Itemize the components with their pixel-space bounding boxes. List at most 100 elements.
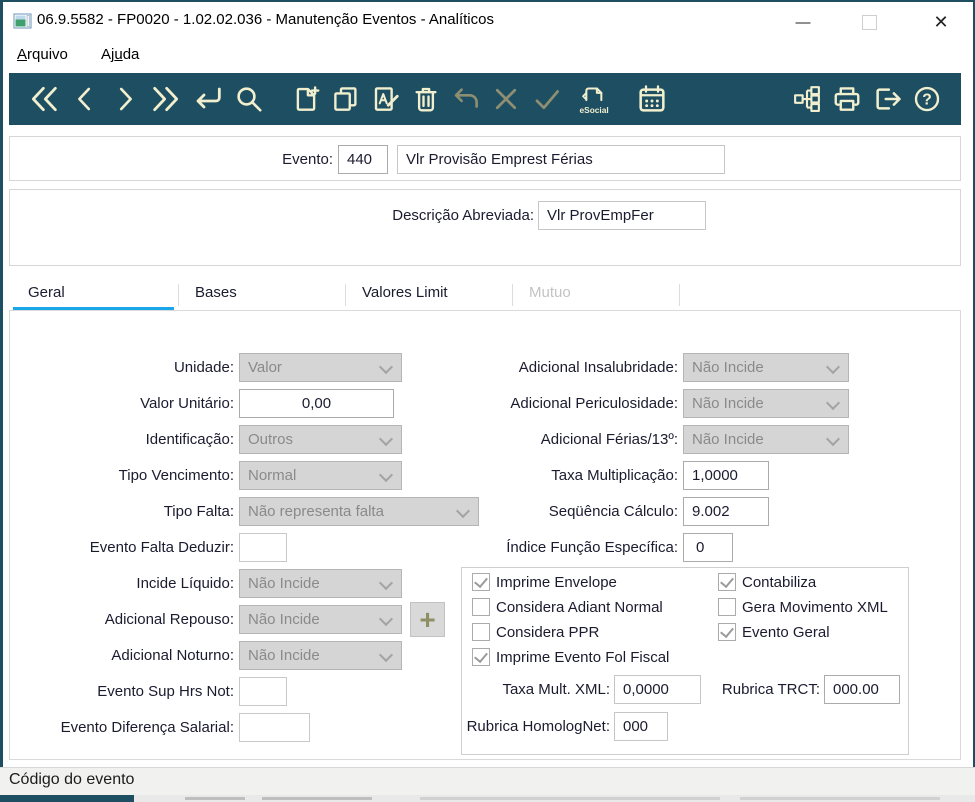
evento-sup-hrs-not-input[interactable] [239, 677, 287, 706]
adicional-repouso-label: Adicional Repouso: [104, 611, 234, 628]
checkbox-evento-geral[interactable]: Evento Geral [718, 622, 830, 642]
toolbar-button-help[interactable]: ? [912, 84, 942, 114]
exit-icon [876, 88, 901, 110]
evento-falta-deduzir-input[interactable] [239, 533, 287, 562]
tab-valores-limit[interactable]: Valores Limit [345, 280, 512, 312]
menu-arquivo[interactable]: Arquivo [13, 43, 72, 67]
toolbar-button-calendar[interactable] [636, 83, 668, 115]
esocial-icon: eSocial [580, 87, 609, 115]
chevron-down-icon [378, 359, 394, 375]
undo-icon [454, 88, 478, 108]
add-button[interactable]: + [410, 602, 445, 637]
rubrica-trct-input[interactable]: 000.00 [824, 675, 900, 704]
rubrica-homolognet-input[interactable]: 000 [614, 712, 668, 741]
checkbox-imprime-evento-fol-fiscal[interactable]: Imprime Evento Fol Fiscal [472, 647, 669, 667]
adicional-insalubridade-select[interactable]: Não Incide [683, 353, 849, 382]
chevron-down-icon [825, 431, 841, 447]
checkbox-icon [718, 623, 736, 641]
toolbar-button-new[interactable] [291, 84, 321, 114]
sequencia-calculo-input[interactable]: 9.002 [683, 497, 769, 526]
toolbar-button-delete[interactable] [411, 84, 441, 114]
toolbar-button-previous[interactable] [70, 83, 100, 115]
adicional-noturno-label: Adicional Noturno: [111, 647, 234, 664]
chevron-down-icon [825, 395, 841, 411]
incide-liquido-label: Incide Líquido: [136, 575, 234, 592]
help-icon: ? [914, 86, 940, 112]
adicional-ferias-13-select[interactable]: Não Incide [683, 425, 849, 454]
identificacao-select[interactable]: Outros [239, 425, 402, 454]
toolbar-button-next[interactable] [110, 83, 140, 115]
confirm-icon [535, 90, 559, 110]
toolbar-button-first[interactable] [28, 83, 60, 115]
indice-funcao-especifica-label: Índice Função Específica: [506, 539, 678, 556]
tipo-vencimento-label: Tipo Vencimento: [118, 467, 234, 484]
plus-icon: + [419, 603, 436, 635]
window-title: 06.9.5582 - FP0020 - 1.02.02.036 - Manut… [37, 11, 494, 28]
maximize-button[interactable] [846, 7, 892, 37]
status-bar: Código do evento [0, 767, 975, 795]
tab-geral[interactable]: Geral [11, 280, 178, 312]
toolbar-button-cancel[interactable] [491, 84, 521, 114]
checkbox-contabiliza[interactable]: Contabiliza [718, 572, 816, 592]
adicional-repouso-select[interactable]: Não Incide [239, 605, 402, 634]
previous-record-icon [78, 87, 91, 111]
delete-icon [415, 87, 437, 112]
window-border-left [0, 0, 3, 795]
status-text: Código do evento [9, 771, 135, 788]
adicional-insalubridade-label: Adicional Insalubridade: [518, 359, 678, 376]
adicional-noturno-select[interactable]: Não Incide [239, 641, 402, 670]
options-groupbox: Imprime Envelope Considera Adiant Normal… [461, 567, 909, 755]
descricao-panel: Descrição Abreviada: Vlr ProvEmpFer [9, 189, 961, 266]
checkbox-gera-movimento-xml[interactable]: Gera Movimento XML [718, 597, 888, 617]
calendar-icon [639, 85, 665, 112]
toolbar-button-last[interactable] [150, 83, 182, 115]
menu-ajuda[interactable]: Ajuda [97, 43, 143, 67]
valor-unitario-input[interactable]: 0,00 [239, 389, 394, 418]
checkbox-imprime-envelope[interactable]: Imprime Envelope [472, 572, 617, 592]
evento-falta-deduzir-label: Evento Falta Deduzir: [89, 539, 234, 556]
background-window-strip [0, 795, 975, 802]
chevron-down-icon [378, 647, 394, 663]
toolbar-button-copy[interactable] [331, 84, 361, 114]
taxa-multiplicacao-input[interactable]: 1,0000 [683, 461, 769, 490]
toolbar-button-esocial[interactable]: eSocial [573, 82, 613, 116]
first-record-icon [31, 86, 57, 112]
edit-icon [374, 87, 399, 111]
checkbox-icon [472, 598, 490, 616]
evento-desc-input[interactable]: Vlr Provisão Emprest Férias [397, 145, 725, 174]
tab-bar: Geral Bases Valores Limit Mutuo [9, 278, 961, 312]
checkbox-icon [718, 573, 736, 591]
new-document-icon [296, 86, 320, 111]
evento-code-input[interactable]: 440 [338, 145, 388, 174]
toolbar-button-confirm[interactable] [531, 84, 563, 114]
toolbar-button-exit[interactable] [872, 84, 902, 114]
incide-liquido-select[interactable]: Não Incide [239, 569, 402, 598]
minimize-button[interactable]: — [780, 7, 826, 37]
checkbox-considera-adiant-normal[interactable]: Considera Adiant Normal [472, 597, 663, 617]
search-icon [237, 87, 262, 112]
indice-funcao-especifica-input[interactable]: 0 [683, 533, 733, 562]
tipo-vencimento-select[interactable]: Normal [239, 461, 402, 490]
unidade-label: Unidade: [173, 359, 234, 376]
toolbar-button-search[interactable] [234, 84, 264, 114]
close-button[interactable]: ✕ [918, 7, 964, 37]
unidade-select[interactable]: Valor [239, 353, 402, 382]
toolbar-button-undo[interactable] [451, 84, 481, 114]
checkbox-considera-ppr[interactable]: Considera PPR [472, 622, 599, 642]
tab-mutuo[interactable]: Mutuo [512, 280, 679, 312]
tab-bases[interactable]: Bases [178, 280, 345, 312]
checkbox-icon [472, 648, 490, 666]
descricao-input[interactable]: Vlr ProvEmpFer [538, 201, 706, 230]
toolbar-button-enter[interactable] [192, 83, 224, 115]
identificacao-label: Identificação: [145, 431, 234, 448]
toolbar-button-edit[interactable] [371, 84, 401, 114]
toolbar-button-print[interactable] [832, 84, 862, 114]
tree-icon [794, 86, 820, 112]
evento-diferenca-salarial-input[interactable] [239, 713, 310, 742]
checkbox-icon [718, 598, 736, 616]
adicional-periculosidade-select[interactable]: Não Incide [683, 389, 849, 418]
chevron-down-icon [378, 431, 394, 447]
toolbar-button-tree[interactable] [792, 84, 822, 114]
svg-text:?: ? [922, 91, 932, 108]
last-record-icon [153, 86, 179, 112]
